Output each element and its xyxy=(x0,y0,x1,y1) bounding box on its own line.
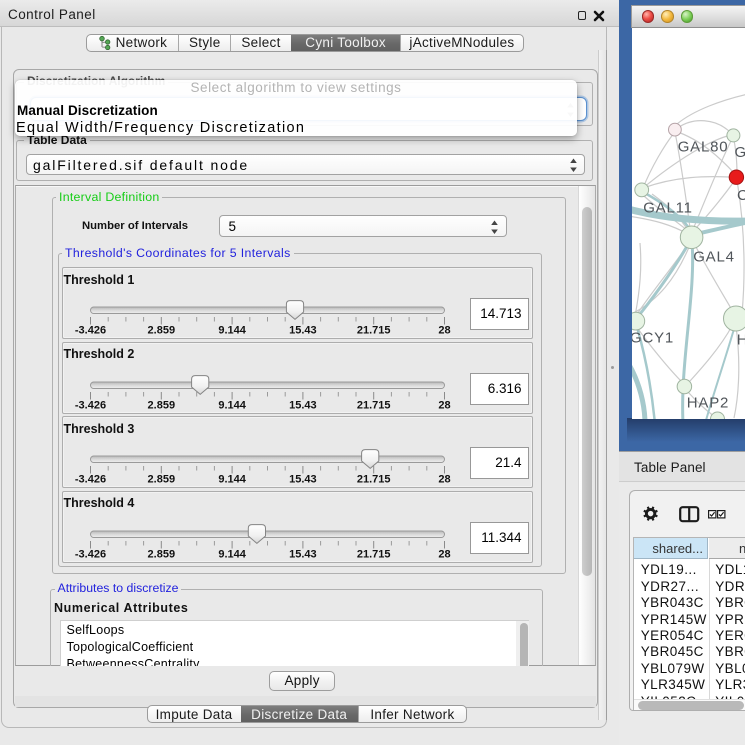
svg-text:21.715: 21.715 xyxy=(357,474,391,486)
svg-text:21.715: 21.715 xyxy=(357,548,391,560)
svg-text:-3.426: -3.426 xyxy=(75,474,106,486)
svg-text:-3.426: -3.426 xyxy=(75,399,106,411)
svg-text:-3.426: -3.426 xyxy=(75,548,106,560)
svg-text:15.43: 15.43 xyxy=(289,325,317,337)
svg-text:H: H xyxy=(736,331,745,348)
svg-text:9.144: 9.144 xyxy=(218,474,246,486)
svg-text:15.43: 15.43 xyxy=(289,399,317,411)
svg-text:21.715: 21.715 xyxy=(357,399,391,411)
svg-text:28: 28 xyxy=(438,325,450,337)
svg-text:2.859: 2.859 xyxy=(148,399,176,411)
svg-text:15.43: 15.43 xyxy=(289,474,317,486)
svg-text:HAP2: HAP2 xyxy=(686,394,728,411)
svg-text:21.715: 21.715 xyxy=(357,325,391,337)
svg-text:C: C xyxy=(737,187,745,204)
svg-text:2.859: 2.859 xyxy=(148,325,176,337)
svg-text:2.859: 2.859 xyxy=(148,548,176,560)
svg-text:9.144: 9.144 xyxy=(218,325,246,337)
svg-text:9.144: 9.144 xyxy=(218,399,246,411)
svg-text:15.43: 15.43 xyxy=(289,548,317,560)
svg-text:G.: G. xyxy=(734,144,745,161)
svg-text:GCY1: GCY1 xyxy=(632,329,674,346)
svg-text:GAL11: GAL11 xyxy=(643,199,693,216)
svg-text:28: 28 xyxy=(438,474,450,486)
svg-text:2.859: 2.859 xyxy=(148,474,176,486)
svg-text:GAL80: GAL80 xyxy=(677,138,728,155)
svg-text:28: 28 xyxy=(438,548,450,560)
svg-text:GAL4: GAL4 xyxy=(693,248,735,265)
svg-text:-3.426: -3.426 xyxy=(75,325,106,337)
svg-text:28: 28 xyxy=(438,399,450,411)
svg-text:9.144: 9.144 xyxy=(218,548,246,560)
